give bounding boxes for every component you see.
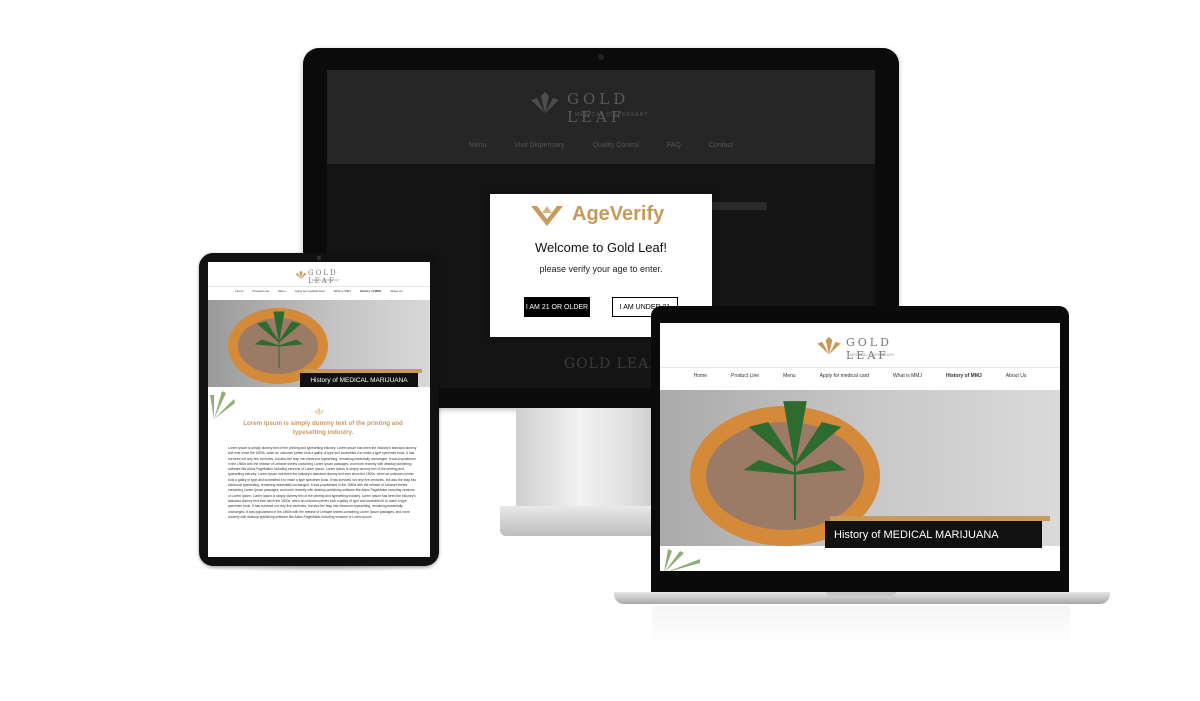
laptop-logo[interactable]: GOLD LEAF MEDICAL DISPENSARY — [814, 333, 914, 362]
tablet-logo[interactable]: GOLD LEAF MEDICAL DISPENSARY — [294, 268, 354, 286]
desktop-nav: Menu Visit Dispensary Quality Control FA… — [327, 142, 875, 156]
laptop-logo-tagline: MEDICAL DISPENSARY — [850, 352, 895, 357]
nav-item-about-us[interactable]: About Us — [390, 289, 402, 297]
nav-item-visit-dispensary[interactable]: Visit Dispensary — [515, 142, 565, 156]
tablet-hero-title: History of MEDICAL MARIJUANA — [300, 373, 418, 387]
cannabis-leaf-icon — [743, 401, 847, 520]
desktop-hero-title: GOLD LEAF — [564, 356, 660, 372]
cannabis-leaf-decor-icon — [210, 391, 235, 419]
nav-item-history-of-mmj[interactable]: History of MMJ — [360, 289, 382, 297]
cannabis-leaf-icon — [254, 311, 304, 368]
nav-item-what-is-mmj[interactable]: What is MMJ — [893, 373, 922, 385]
nav-item-what-is-mmj[interactable]: What is MMJ — [333, 289, 350, 297]
tablet-nav: Home Product Line Menu Apply for medical… — [208, 289, 430, 297]
nav-item-product-line[interactable]: Product Line — [252, 289, 269, 297]
nav-item-home[interactable]: Home — [235, 289, 243, 297]
tablet-logo-wordmark: GOLD LEAF — [308, 269, 338, 285]
desktop-logo[interactable]: GOLD LEAF MEDICAL DISPENSARY — [527, 88, 677, 128]
nav-item-menu[interactable]: Menu — [278, 289, 286, 297]
tablet-logo-tagline: MEDICAL DISPENSARY — [312, 279, 340, 282]
leaf-divider-icon — [313, 408, 325, 416]
nav-item-menu[interactable]: Menu — [783, 373, 796, 385]
age-verify-logo-icon — [531, 206, 563, 226]
nav-item-home[interactable]: Home — [694, 373, 707, 385]
laptop-logo-wordmark: GOLD LEAF — [846, 336, 892, 362]
laptop-header-divider — [660, 367, 1060, 368]
monitor-camera — [598, 54, 604, 60]
laptop-opening-notch — [826, 592, 896, 596]
desktop-logo-tagline: MEDICAL DISPENSARY — [575, 112, 649, 118]
laptop-reflection — [652, 606, 1070, 646]
laptop-nav: Home Product Line Menu Apply for medical… — [660, 373, 1060, 385]
tablet-body-text: Lorem Ipsum is simply dummy text of the … — [228, 446, 417, 519]
tablet-section-heading: Lorem Ipsum is simply dummy text of the … — [243, 420, 403, 436]
nav-item-apply-medical-card[interactable]: Apply for medical card — [295, 289, 325, 297]
nav-item-quality-control[interactable]: Quality Control — [593, 142, 639, 156]
tablet-screen: GOLD LEAF MEDICAL DISPENSARY Home Produc… — [208, 262, 430, 557]
nav-item-product-line[interactable]: Product Line — [731, 373, 759, 385]
leaf-icon — [817, 336, 841, 355]
age-verify-prompt: please verify your age to enter. — [539, 264, 663, 274]
tablet-header-divider — [208, 286, 430, 287]
leaf-icon — [295, 270, 307, 279]
nav-item-contact[interactable]: Contact — [709, 142, 733, 156]
nav-item-apply-medical-card[interactable]: Apply for medical card — [820, 373, 869, 385]
nav-item-history-of-mmj[interactable]: History of MMJ — [946, 373, 982, 385]
age-verify-welcome: Welcome to Gold Leaf! — [535, 240, 667, 255]
desktop-site-header: GOLD LEAF MEDICAL DISPENSARY Menu Visit … — [327, 70, 875, 164]
laptop-screen: GOLD LEAF MEDICAL DISPENSARY Home Produc… — [660, 323, 1060, 571]
nav-item-about-us[interactable]: About Us — [1006, 373, 1027, 385]
cannabis-leaf-decor-icon — [664, 549, 700, 571]
age-verify-logo-text: AgeVerify — [572, 203, 665, 225]
desktop-logo-wordmark: GOLD LEAF — [567, 90, 630, 126]
tablet-camera — [317, 256, 321, 260]
age-21-or-older-button[interactable]: I AM 21 OR OLDER — [524, 297, 590, 317]
leaf-icon — [531, 92, 559, 113]
laptop-hero-title: History of MEDICAL MARIJUANA — [825, 521, 1042, 548]
nav-item-menu[interactable]: Menu — [469, 142, 487, 156]
nav-item-faq[interactable]: FAQ — [667, 142, 681, 156]
